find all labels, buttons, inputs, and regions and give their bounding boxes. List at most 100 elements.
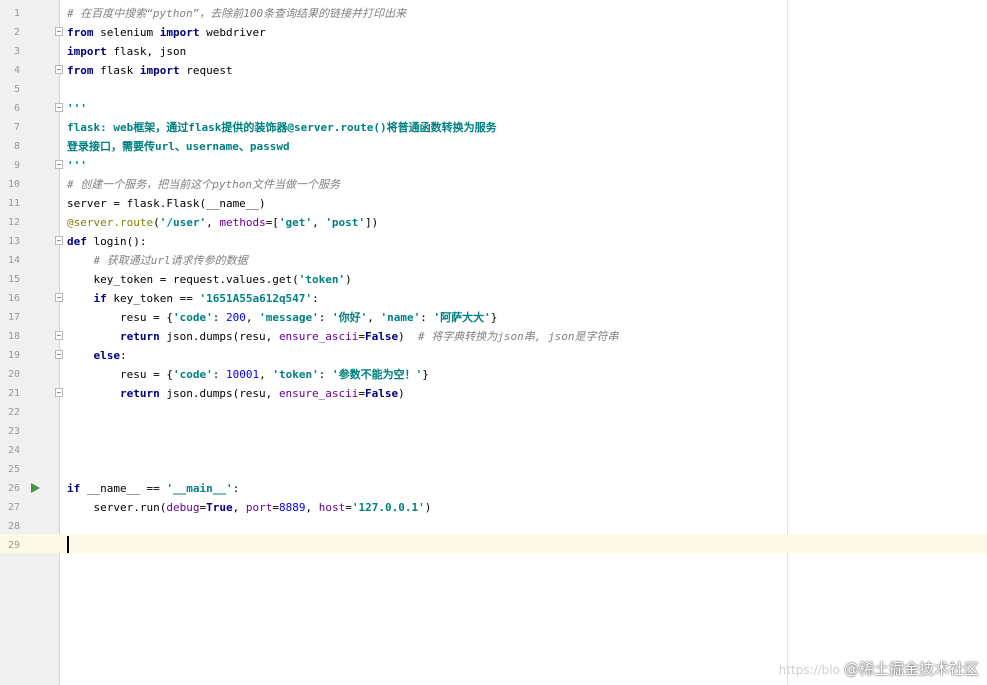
code-text: request [179,64,233,77]
code-text: , [232,501,246,514]
code-line[interactable]: 25 [0,460,987,479]
keyword: from [67,26,94,39]
code-text: __name__ == [80,482,167,495]
keyword: if [67,292,107,305]
code-line[interactable]: 15 key_token = request.values.get('token… [0,270,987,289]
keyword: True [206,501,233,514]
code-text: login(): [86,235,147,248]
string: 'post' [325,216,366,229]
run-arrow-icon[interactable] [31,483,40,493]
keyword: return [67,330,160,343]
code-text: ( [153,216,160,229]
number: 8889 [278,501,306,514]
code-line[interactable]: 28 [0,517,987,536]
code-line[interactable]: 17 resu = {'code': 200, 'message': '你好',… [0,308,987,327]
fold-marker-icon[interactable] [55,331,63,340]
line-number: 17 [7,312,20,323]
code-line[interactable]: 14 # 获取通过url请求传参的数据 [0,251,987,270]
line-number: 8 [13,141,20,152]
line-number: 23 [7,426,20,437]
code-line[interactable]: 20 resu = {'code': 10001, 'token': '参数不能… [0,365,987,384]
code-line[interactable]: 5 [0,80,987,99]
string: 'get' [278,216,313,229]
string: '参数不能为空！' [331,368,423,381]
code-text: : [232,482,240,495]
keyword-argument: methods [219,216,266,229]
code-line[interactable]: 1 # 在百度中搜索“python”，去除前100条查询结果的链接并打印出来 [0,4,987,23]
code-line[interactable]: 29 [0,536,987,555]
string: 'token' [272,368,319,381]
string: '127.0.0.1' [351,501,425,514]
code-line[interactable]: 16 if key_token == '1651A55a612q547': [0,289,987,308]
line-number: 18 [7,331,20,342]
line-number: 12 [7,217,20,228]
code-text: server.run( [67,501,167,514]
string: '阿萨大大' [433,311,491,324]
string: 'token' [298,273,346,286]
watermark-url: https://blo [778,663,840,677]
line-number: 2 [13,27,20,38]
keyword: def [67,235,87,248]
code-text: ) [398,330,419,343]
fold-marker-icon[interactable] [55,293,63,302]
code-text: selenium [93,26,160,39]
code-text: server = flask.Flask(__name__) [67,197,266,210]
line-number: 5 [13,84,20,95]
keyword-argument: ensure_ascii [278,387,359,400]
line-number: 3 [13,46,20,57]
code-line[interactable]: 8 登录接口，需要传url、username、passwd [0,137,987,156]
string: '1651A55a612q547' [199,292,313,305]
comment: # 在百度中搜索“python”，去除前100条查询结果的链接并打印出来 [67,7,407,20]
code-line[interactable]: 21 return json.dumps(resu, ensure_ascii=… [0,384,987,403]
fold-marker-icon[interactable] [55,103,63,112]
code-text: : [119,349,127,362]
code-line[interactable]: 10 # 创建一个服务，把当前这个python文件当做一个服务 [0,175,987,194]
line-number: 1 [13,8,20,19]
code-lines[interactable]: 1 # 在百度中搜索“python”，去除前100条查询结果的链接并打印出来 2 f… [0,4,987,555]
line-number: 4 [13,65,20,76]
comment: # 将字典转换为json串, json是字符串 [418,330,619,343]
string: 'name' [380,311,421,324]
code-line[interactable]: 7 flask: web框架，通过flask提供的装饰器@server.route… [0,118,987,137]
code-text: flask, json [106,45,187,58]
code-line[interactable]: 26 if __name__ == '__main__': [0,479,987,498]
code-line[interactable]: 13 def login(): [0,232,987,251]
code-line[interactable]: 24 [0,441,987,460]
fold-marker-icon[interactable] [55,65,63,74]
keyword: import [159,26,200,39]
comment: # 创建一个服务，把当前这个python文件当做一个服务 [67,178,340,191]
code-text: , [259,368,273,381]
code-line[interactable]: 22 [0,403,987,422]
code-text: : [312,292,319,305]
code-line[interactable]: 18 return json.dumps(resu, ensure_ascii=… [0,327,987,346]
keyword-argument: host [318,501,346,514]
code-line[interactable]: 9 ''' [0,156,987,175]
watermark-text: @稀土掘金技术社区 [843,660,979,678]
code-text: =[ [265,216,279,229]
line-number: 24 [7,445,20,456]
line-number: 19 [7,350,20,361]
code-line[interactable]: 6 ''' [0,99,987,118]
code-line[interactable]: 12 @server.route('/user', methods=['get',… [0,213,987,232]
code-line[interactable]: 27 server.run(debug=True, port=8889, hos… [0,498,987,517]
code-line[interactable]: 23 [0,422,987,441]
code-text: flask [93,64,140,77]
code-line[interactable]: 2 from selenium import webdriver [0,23,987,42]
fold-marker-icon[interactable] [55,388,63,397]
docstring: ''' [67,102,87,115]
fold-marker-icon[interactable] [55,160,63,169]
code-text: , [312,216,326,229]
fold-marker-icon[interactable] [55,27,63,36]
code-editor[interactable]: 1 # 在百度中搜索“python”，去除前100条查询结果的链接并打印出来 2 f… [0,0,987,685]
fold-marker-icon[interactable] [55,350,63,359]
code-line[interactable]: 4 from flask import request [0,61,987,80]
fold-marker-icon[interactable] [55,236,63,245]
code-text: , [245,311,260,324]
line-number: 25 [7,464,20,475]
line-number: 14 [7,255,20,266]
code-text: webdriver [199,26,266,39]
code-line[interactable]: 19 else: [0,346,987,365]
code-line[interactable]: 3 import flask, json [0,42,987,61]
code-text: json.dumps(resu, [159,330,279,343]
code-line[interactable]: 11 server = flask.Flask(__name__) [0,194,987,213]
